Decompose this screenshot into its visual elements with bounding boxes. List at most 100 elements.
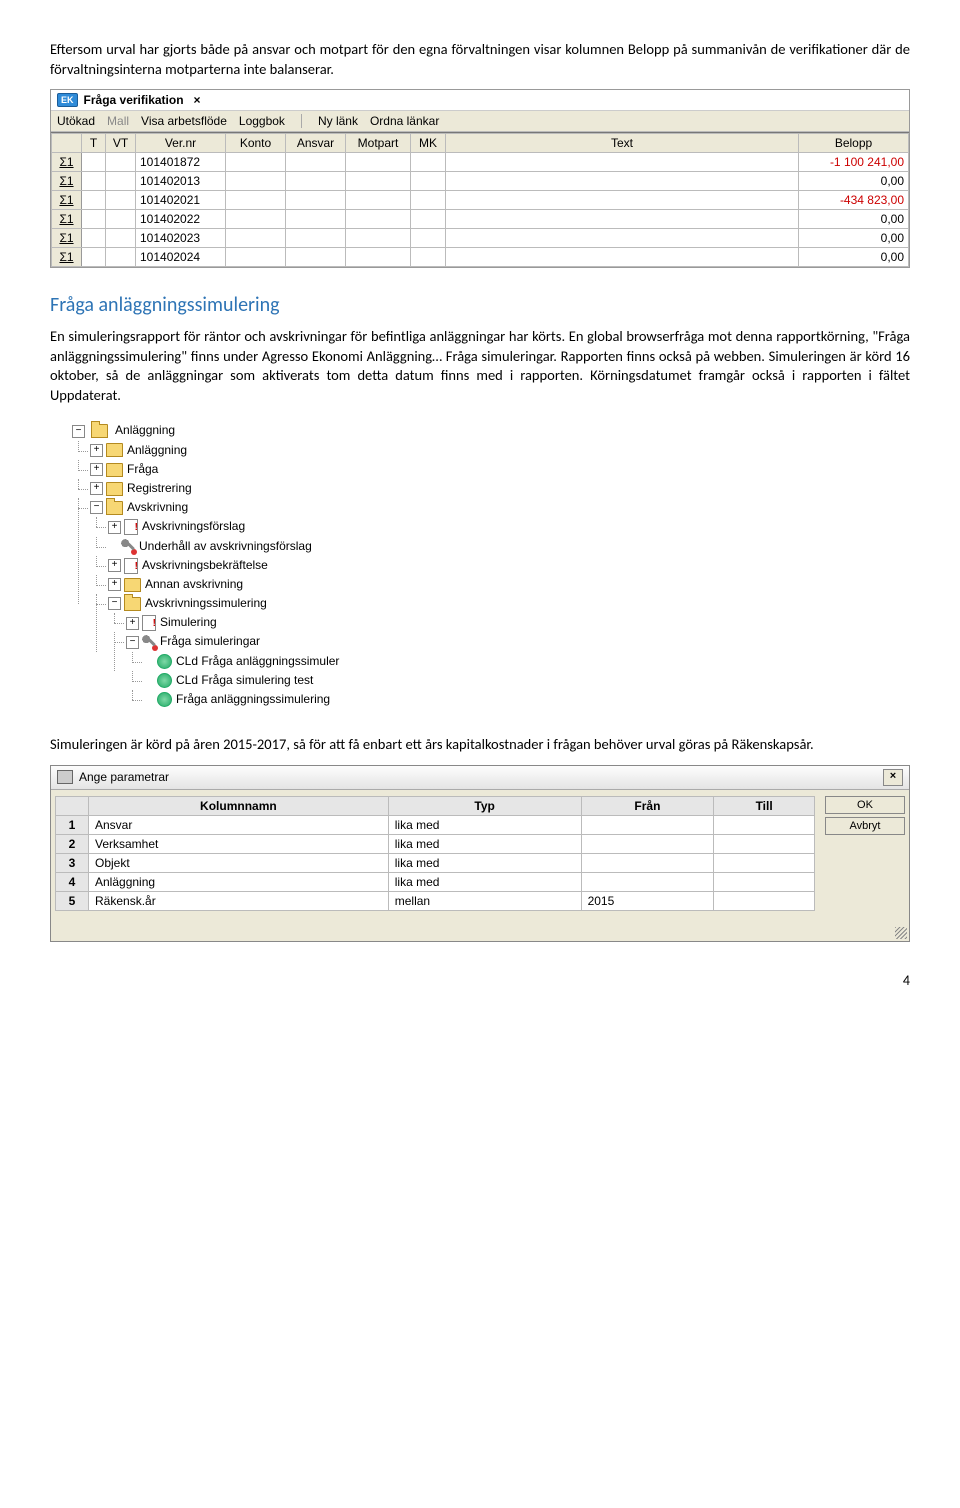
till-cell[interactable] <box>714 815 815 834</box>
ansvar-cell[interactable] <box>286 210 346 229</box>
text-cell[interactable] <box>446 153 799 172</box>
typ-cell[interactable]: lika med <box>388 815 581 834</box>
mk-cell[interactable] <box>411 153 446 172</box>
sigma-cell[interactable]: Σ1 <box>52 210 82 229</box>
toolbar-loggbok[interactable]: Loggbok <box>239 114 285 128</box>
sigma-cell[interactable]: Σ1 <box>52 229 82 248</box>
vt-cell[interactable] <box>106 191 136 210</box>
avbryt-button[interactable]: Avbryt <box>825 817 905 835</box>
motpart-cell[interactable] <box>346 191 411 210</box>
kolumnnamn-cell[interactable]: Verksamhet <box>89 834 389 853</box>
tree-fraga[interactable]: +Fråga <box>90 460 434 479</box>
belopp-cell[interactable]: 0,00 <box>799 172 909 191</box>
tree-avskrivningsbekraftelse[interactable]: +Avskrivningsbekräftelse <box>108 556 434 575</box>
sigma-cell[interactable]: Σ1 <box>52 172 82 191</box>
tree-registrering[interactable]: +Registrering <box>90 479 434 498</box>
collapse-icon[interactable]: − <box>108 597 121 610</box>
col-ansvar[interactable]: Ansvar <box>286 134 346 153</box>
expand-icon[interactable]: + <box>90 463 103 476</box>
t-cell[interactable] <box>82 248 106 267</box>
motpart-cell[interactable] <box>346 172 411 191</box>
text-cell[interactable] <box>446 248 799 267</box>
expand-icon[interactable]: + <box>126 617 139 630</box>
t-cell[interactable] <box>82 210 106 229</box>
resize-handle-icon[interactable] <box>895 927 907 939</box>
table-row[interactable]: Σ11014020240,00 <box>52 248 909 267</box>
fran-cell[interactable] <box>581 872 714 891</box>
col-vt[interactable]: VT <box>106 134 136 153</box>
table-row[interactable]: 3Objektlika med <box>56 853 815 872</box>
kolumnnamn-cell[interactable]: Räkensk.år <box>89 891 389 910</box>
vt-cell[interactable] <box>106 229 136 248</box>
konto-cell[interactable] <box>226 172 286 191</box>
fran-cell[interactable] <box>581 815 714 834</box>
mk-cell[interactable] <box>411 191 446 210</box>
table-row[interactable]: Σ1 101402013 0,00 <box>52 172 909 191</box>
t-cell[interactable] <box>82 229 106 248</box>
table-row[interactable]: Σ1 101402022 0,00 <box>52 210 909 229</box>
tree-cld-fraga-simulering-test[interactable]: CLd Fråga simulering test <box>144 671 434 690</box>
ansvar-cell[interactable] <box>286 229 346 248</box>
mk-cell[interactable] <box>411 248 446 267</box>
expand-icon[interactable]: + <box>108 521 121 534</box>
ansvar-cell[interactable] <box>286 172 346 191</box>
expand-icon[interactable]: + <box>108 578 121 591</box>
typ-cell[interactable]: lika med <box>388 834 581 853</box>
collapse-icon[interactable]: − <box>126 636 139 649</box>
belopp-cell[interactable]: 0,00 <box>799 210 909 229</box>
toolbar-ordna-lankar[interactable]: Ordna länkar <box>370 114 439 128</box>
tree-fraga-simuleringar[interactable]: −Fråga simuleringar CLd Fråga anläggning… <box>126 632 434 709</box>
close-icon[interactable]: × <box>194 93 201 107</box>
motpart-cell[interactable] <box>346 153 411 172</box>
ok-button[interactable]: OK <box>825 796 905 814</box>
till-cell[interactable] <box>714 872 815 891</box>
tree-simulering[interactable]: +Simulering <box>126 613 434 632</box>
fran-cell[interactable] <box>581 834 714 853</box>
ansvar-cell[interactable] <box>286 191 346 210</box>
t-cell[interactable] <box>82 191 106 210</box>
till-cell[interactable] <box>714 853 815 872</box>
mk-cell[interactable] <box>411 210 446 229</box>
belopp-cell[interactable]: 0,00 <box>799 229 909 248</box>
tree-avskrivningsforslag[interactable]: +Avskrivningsförslag <box>108 517 434 536</box>
table-row[interactable]: Σ1 101402023 0,00 <box>52 229 909 248</box>
tree-underhall-forslag[interactable]: Underhåll av avskrivningsförslag <box>108 537 434 556</box>
motpart-cell[interactable] <box>346 229 411 248</box>
vernr-cell[interactable]: 101402013 <box>136 172 226 191</box>
sigma-cell[interactable]: Σ1 <box>52 153 82 172</box>
collapse-icon[interactable]: − <box>90 501 103 514</box>
col-motpart[interactable]: Motpart <box>346 134 411 153</box>
tree-avskrivningssimulering[interactable]: −Avskrivningssimulering +Simulering −Frå… <box>108 594 434 709</box>
text-cell[interactable] <box>446 191 799 210</box>
kolumnnamn-cell[interactable]: Ansvar <box>89 815 389 834</box>
text-cell[interactable] <box>446 210 799 229</box>
collapse-icon[interactable]: − <box>72 425 85 438</box>
vernr-cell[interactable]: 101402023 <box>136 229 226 248</box>
mk-cell[interactable] <box>411 172 446 191</box>
close-icon[interactable]: × <box>883 769 903 786</box>
vernr-cell[interactable]: 101402022 <box>136 210 226 229</box>
ansvar-cell[interactable] <box>286 153 346 172</box>
tree-anlaggning-root[interactable]: − Anläggning +Anläggning +Fråga +Registr… <box>72 421 434 709</box>
text-cell[interactable] <box>446 172 799 191</box>
typ-cell[interactable]: lika med <box>388 853 581 872</box>
till-cell[interactable] <box>714 834 815 853</box>
konto-cell[interactable] <box>226 210 286 229</box>
table-row[interactable]: 4Anläggninglika med <box>56 872 815 891</box>
col-typ[interactable]: Typ <box>388 796 581 815</box>
tree-fraga-anlaggningssimulering[interactable]: Fråga anläggningssimulering <box>144 690 434 709</box>
col-vernr[interactable]: Ver.nr <box>136 134 226 153</box>
kolumnnamn-cell[interactable]: Anläggning <box>89 872 389 891</box>
tree-cld-fraga-anlaggningssimuler[interactable]: CLd Fråga anläggningssimuler <box>144 652 434 671</box>
table-row[interactable]: 2Verksamhetlika med <box>56 834 815 853</box>
tree-avskrivning[interactable]: −Avskrivning +Avskrivningsförslag Underh… <box>90 498 434 709</box>
t-cell[interactable] <box>82 172 106 191</box>
konto-cell[interactable] <box>226 191 286 210</box>
toolbar-visa-arbetsflode[interactable]: Visa arbetsflöde <box>141 114 227 128</box>
sigma-cell[interactable]: Σ1 <box>52 248 82 267</box>
typ-cell[interactable]: lika med <box>388 872 581 891</box>
col-t[interactable]: T <box>82 134 106 153</box>
till-cell[interactable] <box>714 891 815 910</box>
vernr-cell[interactable]: 101402024 <box>136 248 226 267</box>
motpart-cell[interactable] <box>346 248 411 267</box>
